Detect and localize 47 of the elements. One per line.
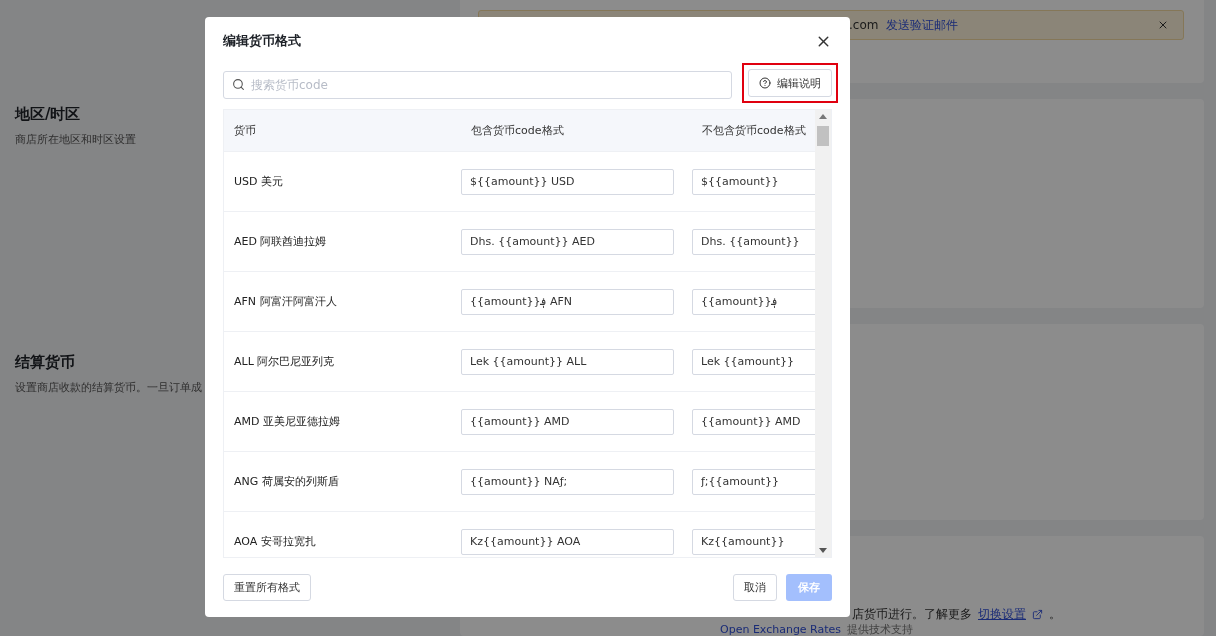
scroll-up-icon[interactable] [819,114,827,119]
banner-text: .com [849,18,879,32]
reset-button[interactable]: 重置所有格式 [223,574,311,601]
table-cell-text: USD 美元 [233,174,284,189]
note-text: 店货币进行。了解更多 [852,606,972,623]
column-header: 不包含货币code格式 [701,123,807,138]
format-input[interactable]: {{amount}} AMD [692,408,815,435]
format-input[interactable]: ${{amount}} [692,168,815,195]
format-input[interactable]: Kz{{amount}} [692,528,815,555]
table-cell-text: ANG 荷属安的列斯盾 [233,474,340,489]
send-email-link[interactable]: 发送验证邮件 [886,16,959,34]
external-link-icon[interactable] [1032,609,1043,620]
format-input[interactable]: {{amount}} AMD [461,408,674,435]
table-cell-text: AMD 亚美尼亚德拉姆 [233,414,341,429]
scroll-down-icon[interactable] [819,548,827,553]
note-end: 。 [1049,606,1061,623]
scrollbar[interactable] [815,110,831,557]
help-button[interactable]: 编辑说明 [748,69,832,97]
format-input[interactable]: Lek {{amount}} ALL [461,348,674,375]
format-input[interactable]: Dhs. {{amount}} AED [461,228,674,255]
scroll-thumb[interactable] [817,126,829,146]
format-input[interactable]: Kz{{amount}} AOA [461,528,674,555]
dialog-title: 编辑货币格式 [223,32,301,50]
format-input[interactable]: Lek {{amount}} [692,348,815,375]
table-cell-text: ALL 阿尔巴尼亚列克 [233,354,336,369]
section-title: 地区/时区 [15,105,81,124]
search-field[interactable]: 搜索货币code [223,71,732,99]
section-description: 商店所在地区和时区设置 [15,132,137,147]
format-input[interactable]: {{amount}} NAƒ; [461,468,674,495]
help-icon [759,77,771,89]
column-header: 货币 [233,123,257,138]
table-cell-text: AOA 安哥拉宽扎 [233,534,317,549]
section-description: 设置商店收款的结算货币。一旦订单成 [15,380,203,395]
table-cell-text: AFN 阿富汗阿富汗人 [233,294,338,309]
table-cell-text: AED 阿联酋迪拉姆 [233,234,328,249]
format-input[interactable]: ƒ;{{amount}} [692,468,815,495]
note-text: 提供技术支持 [847,622,914,636]
format-input[interactable]: ${{amount}} USD [461,168,674,195]
exchange-rates-link[interactable]: Open Exchange Rates [720,623,842,636]
format-input[interactable]: {{amount}}؋ [692,288,815,315]
column-header: 包含货币code格式 [470,123,565,138]
search-icon [232,78,245,91]
section-title: 结算货币 [15,353,75,372]
format-input[interactable]: Dhs. {{amount}} [692,228,815,255]
cancel-button[interactable]: 取消 [733,574,777,601]
switch-settings-link[interactable]: 切换设置 [978,606,1026,623]
format-input[interactable]: {{amount}}؋ AFN [461,288,674,315]
